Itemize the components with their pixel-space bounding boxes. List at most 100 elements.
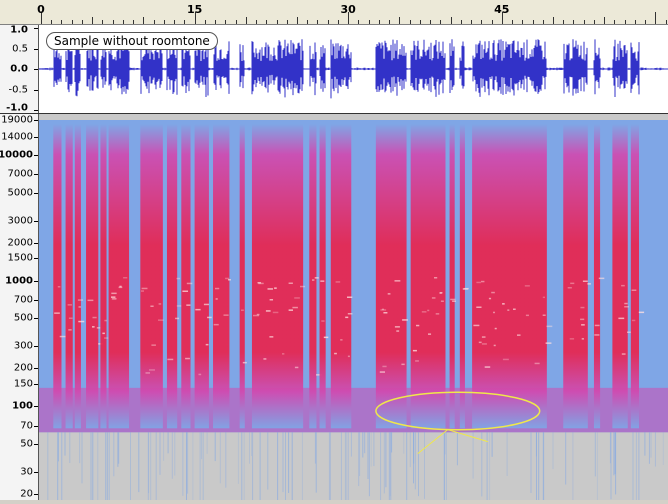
- frequency-tick: [34, 192, 38, 194]
- spectrogram-harmonic-streak: [102, 332, 105, 335]
- spectrogram-harmonic-streak: [96, 327, 101, 329]
- spectrogram-harmonic-streak: [263, 358, 267, 360]
- track-name-label[interactable]: Sample without roomtone: [46, 32, 218, 50]
- spectrogram-harmonic-streak: [394, 326, 400, 328]
- ruler-label: 15: [186, 3, 203, 16]
- spectrogram-speech-segment: [181, 124, 191, 429]
- spectrogram-harmonic-streak: [185, 357, 190, 360]
- spectrogram-harmonic-streak: [473, 324, 480, 327]
- ruler-tick: [614, 20, 616, 24]
- spectrogram-harmonic-streak: [203, 303, 209, 306]
- frequency-tick: [34, 384, 38, 386]
- frequency-tick-label: 7000: [7, 168, 33, 180]
- frequency-tick: [34, 406, 38, 408]
- frequency-tick: [34, 242, 38, 244]
- ruler-tick: [522, 20, 524, 24]
- spectrogram-harmonic-streak: [78, 306, 81, 308]
- spectrogram-harmonic-streak: [570, 282, 575, 285]
- amplitude-tick-label: 1.0: [10, 24, 28, 36]
- spectrogram-harmonic-streak: [123, 277, 128, 279]
- spectrogram-frequency-axis: 19000 14000 10000 7000 5000 3000 2000 1500 1000 7…: [0, 114, 39, 500]
- frequency-tick-label: 3000: [7, 215, 33, 227]
- spectrogram-speech-segment: [166, 124, 178, 429]
- spectrogram-harmonic-streak: [321, 320, 325, 322]
- frequency-tick: [34, 136, 38, 138]
- spectrogram-harmonic-streak: [150, 305, 154, 307]
- frequency-tick-label: 300: [13, 340, 33, 352]
- spectrogram-harmonic-streak: [312, 279, 315, 281]
- spectrogram-speech-segment: [108, 124, 130, 429]
- spectrogram-harmonic-streak: [542, 296, 546, 299]
- spectrogram-harmonic-streak: [428, 333, 432, 335]
- spectrogram-harmonic-streak: [104, 337, 109, 339]
- spectrogram-speech-segment: [472, 124, 547, 429]
- spectrogram-harmonic-streak: [416, 324, 420, 327]
- spectrogram-harmonic-streak: [631, 289, 637, 291]
- spectrogram-harmonic-streak: [618, 317, 625, 320]
- ruler-tick: [276, 20, 278, 24]
- spectrogram-view[interactable]: [39, 114, 668, 504]
- spectrogram-harmonic-streak: [175, 317, 180, 320]
- timeline-ruler[interactable]: 0 15 30 45: [0, 0, 668, 25]
- spectrogram-harmonic-streak: [176, 277, 181, 280]
- spectrogram-harmonic-streak: [401, 363, 405, 366]
- spectrogram-harmonic-streak: [569, 338, 575, 340]
- spectrogram-harmonic-streak: [274, 287, 277, 289]
- spectrogram-harmonic-streak: [269, 299, 274, 301]
- amplitude-tick: [34, 28, 38, 29]
- frequency-tick-label: 100: [12, 400, 33, 412]
- ruler-tick: [450, 17, 452, 24]
- ruler-tick: [481, 20, 483, 24]
- spectrogram-harmonic-streak: [383, 312, 388, 314]
- spectrogram-harmonic-streak: [272, 311, 279, 314]
- spectrogram-harmonic-streak: [382, 365, 387, 368]
- frequency-tick: [34, 155, 38, 156]
- spectrogram-harmonic-streak: [502, 303, 505, 305]
- ruler-label: 45: [494, 3, 510, 16]
- spectrogram-speech-segment: [140, 124, 163, 429]
- spectrogram-harmonic-streak: [92, 316, 97, 319]
- spectrogram-harmonic-streak: [215, 298, 218, 300]
- ruler-tick: [409, 20, 411, 24]
- spectrogram-speech-segment: [563, 124, 588, 429]
- spectrogram-harmonic-streak: [300, 285, 306, 288]
- spectrogram-harmonic-streak: [452, 300, 457, 302]
- spectrogram-harmonic-streak: [580, 318, 585, 321]
- ruler-tick: [368, 20, 370, 24]
- frequency-tick-label: 19000: [1, 114, 33, 126]
- spectrogram-harmonic-streak: [111, 296, 116, 298]
- spectrogram-harmonic-streak: [104, 319, 108, 322]
- spectrogram-harmonic-streak: [151, 344, 156, 346]
- ruler-tick: [655, 12, 657, 24]
- spectrogram-harmonic-streak: [598, 277, 605, 280]
- frequency-tick: [34, 300, 38, 302]
- spectrogram-speech-segment: [100, 124, 107, 429]
- spectrogram-harmonic-streak: [198, 373, 202, 376]
- ruler-tick: [358, 20, 360, 24]
- spectrogram-harmonic-streak: [265, 310, 271, 312]
- frequency-tick-label: 500: [13, 312, 33, 324]
- ruler-tick: [102, 20, 104, 24]
- spectrogram-speech-segment: [630, 124, 640, 429]
- frequency-tick-label: 5000: [7, 187, 33, 199]
- frequency-tick: [34, 444, 38, 446]
- ruler-tick: [122, 20, 124, 24]
- spectrogram-harmonic-streak: [427, 309, 430, 312]
- spectrogram-harmonic-streak: [440, 300, 444, 302]
- spectrogram-harmonic-streak: [440, 292, 443, 294]
- spectrogram-harmonic-streak: [507, 309, 510, 311]
- spectrogram-harmonic-streak: [257, 282, 261, 284]
- ruler-tick: [563, 20, 565, 24]
- spectrogram-speech-segment: [612, 124, 628, 429]
- spectrogram-speech-segment: [449, 124, 455, 429]
- spectrogram-harmonic-streak: [282, 353, 285, 355]
- spectrogram-harmonic-streak: [213, 323, 219, 326]
- spectrogram-harmonic-streak: [621, 284, 625, 287]
- amplitude-tick: [34, 89, 38, 91]
- amplitude-tick: [34, 48, 38, 50]
- spectrogram-harmonic-streak: [481, 343, 487, 345]
- spectrogram-harmonic-streak: [167, 358, 174, 361]
- frequency-tick: [34, 471, 38, 473]
- spectrogram-harmonic-streak: [493, 311, 496, 314]
- ruler-tick: [337, 20, 339, 24]
